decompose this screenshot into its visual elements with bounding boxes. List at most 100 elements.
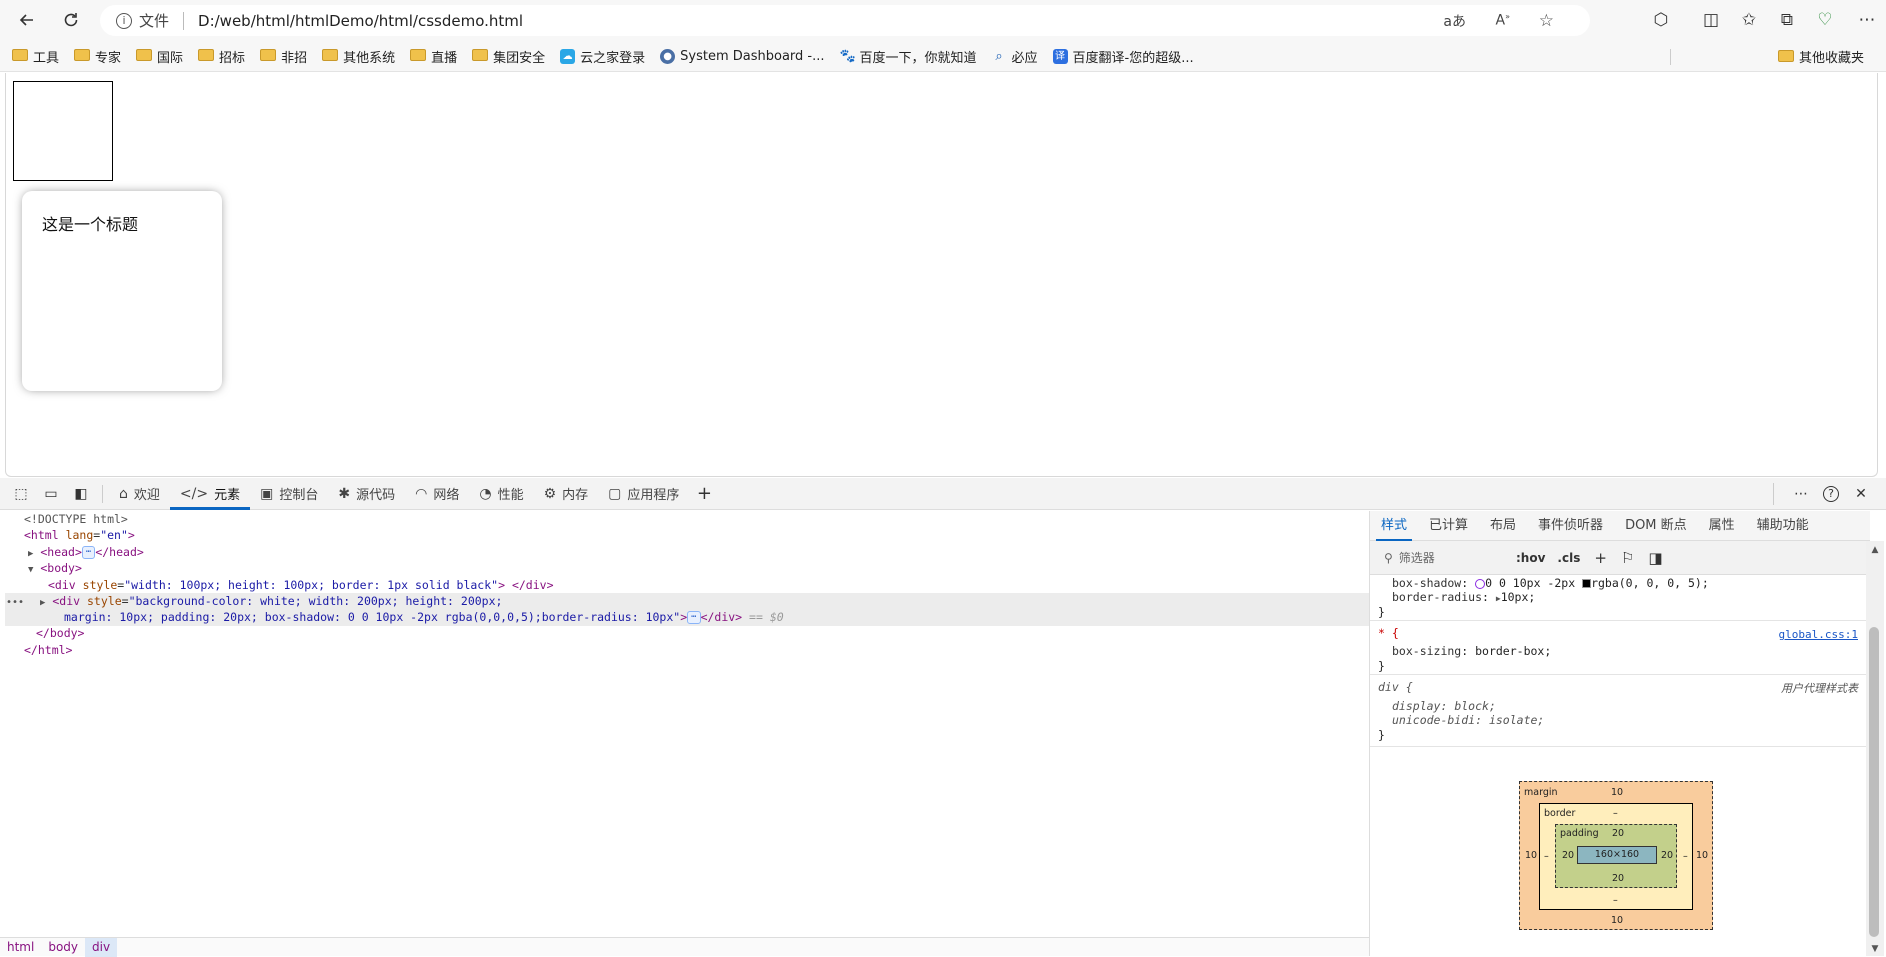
new-style-rule-button[interactable]: +	[1594, 549, 1607, 567]
tab-elements[interactable]: </> 元素	[169, 478, 251, 510]
dom-node-div1[interactable]: <div style="width: 100px; height: 100px;…	[48, 577, 554, 593]
padding-bottom-value[interactable]: 20	[1612, 873, 1624, 884]
border-bottom-value[interactable]: –	[1613, 895, 1618, 906]
browser-essentials-button[interactable]: ♡	[1806, 5, 1844, 35]
dom-node-html[interactable]: <html lang="en">	[24, 527, 135, 543]
margin-right-value[interactable]: 10	[1696, 850, 1708, 861]
collapse-triangle-icon[interactable]: ▼	[28, 565, 33, 575]
back-button[interactable]	[12, 5, 42, 35]
breadcrumb-body[interactable]: body	[41, 938, 85, 957]
border-top-value[interactable]: –	[1613, 808, 1618, 819]
tab-application[interactable]: ▢ 应用程序	[598, 478, 689, 510]
more-menu-button[interactable]: ⋯	[1848, 5, 1886, 35]
rule-source-link[interactable]: global.css:1	[1779, 628, 1858, 642]
tab-memory[interactable]: ⚙ 内存	[534, 478, 599, 510]
device-emulation-button[interactable]: ▭	[36, 479, 66, 509]
tab-computed[interactable]: 已计算	[1418, 511, 1479, 541]
bookmark-folder[interactable]: 专家	[74, 47, 121, 66]
dom-node-doctype[interactable]: <!DOCTYPE html>	[24, 511, 128, 527]
box-model-padding[interactable]: padding 20 20 20 20 160×160	[1555, 824, 1677, 888]
bookmark-link[interactable]: ☁ 云之家登录	[560, 47, 645, 66]
bookmark-folder[interactable]: 国际	[136, 47, 183, 66]
tab-performance[interactable]: ◔ 性能	[469, 478, 533, 510]
immersive-reader-icon[interactable]: A»	[1496, 12, 1510, 29]
dom-node-html-close[interactable]: </html>	[24, 642, 72, 658]
padding-left-value[interactable]: 20	[1562, 850, 1574, 861]
close-devtools-button[interactable]: ✕	[1846, 479, 1876, 509]
color-swatch[interactable]	[1582, 579, 1592, 588]
style-declaration[interactable]: border-radius: ▶10px;	[1392, 590, 1535, 606]
rule-close: }	[1378, 728, 1385, 742]
tab-event-listeners[interactable]: 事件侦听器	[1527, 511, 1614, 541]
dom-node-body[interactable]: ▼ <body>	[28, 560, 82, 578]
inspect-button[interactable]: ⬚	[6, 479, 36, 509]
margin-top-value[interactable]: 10	[1611, 787, 1623, 798]
border-left-value[interactable]: –	[1544, 851, 1549, 862]
bookmark-link[interactable]: 译百度翻译-您的超级...	[1052, 47, 1194, 66]
bookmark-link[interactable]: ● System Dashboard -...	[660, 48, 825, 64]
margin-left-value[interactable]: 10	[1525, 850, 1537, 861]
devtools-more-button[interactable]: ⋯	[1786, 479, 1816, 509]
rule-selector-div[interactable]: div {	[1378, 680, 1413, 694]
padding-right-value[interactable]: 20	[1661, 850, 1673, 861]
bookmark-link[interactable]: ⌕ 必应	[992, 47, 1037, 66]
dock-button[interactable]: ◧	[66, 479, 96, 509]
refresh-button[interactable]	[56, 5, 86, 35]
dom-node-body-close[interactable]: </body>	[36, 625, 84, 641]
scroll-up-arrow-icon[interactable]: ▲	[1869, 545, 1881, 555]
tab-accessibility[interactable]: 辅助功能	[1746, 511, 1820, 541]
bookmark-folder[interactable]: 集团安全	[472, 47, 545, 66]
tab-dom-breakpoints[interactable]: DOM 断点	[1614, 511, 1698, 541]
margin-bottom-value[interactable]: 10	[1611, 915, 1623, 926]
expand-triangle-icon[interactable]: ▶	[28, 549, 33, 559]
help-button[interactable]: ?	[1816, 479, 1846, 509]
collections-button[interactable]: ⧉	[1768, 5, 1806, 35]
box-model-content[interactable]: 160×160	[1577, 846, 1657, 864]
row-dots-icon[interactable]: •••	[6, 595, 24, 611]
tab-console[interactable]: ▣ 控制台	[250, 478, 328, 510]
border-right-value[interactable]: –	[1683, 851, 1688, 862]
shadow-editor-icon[interactable]	[1475, 578, 1486, 589]
hov-toggle[interactable]: :hov	[1516, 551, 1545, 565]
favorite-star-icon[interactable]: ☆	[1539, 11, 1554, 31]
extensions-button[interactable]: ⬡	[1642, 5, 1680, 35]
favorites-button[interactable]: ✩	[1730, 5, 1768, 35]
tab-properties[interactable]: 属性	[1698, 511, 1746, 541]
split-screen-button[interactable]: ◫	[1692, 5, 1730, 35]
add-tab-button[interactable]: +	[689, 479, 719, 509]
filter-input[interactable]: ⚲ 筛选器	[1384, 549, 1504, 566]
scroll-down-arrow-icon[interactable]: ▼	[1869, 944, 1881, 954]
bookmark-folder[interactable]: 直播	[410, 47, 457, 66]
info-icon[interactable]: i	[116, 12, 132, 29]
tab-sources[interactable]: ✱ 源代码	[328, 478, 405, 510]
breadcrumb-div[interactable]: div	[85, 937, 118, 957]
bookmark-folder[interactable]: 非招	[260, 47, 307, 66]
style-declaration[interactable]: box-shadow: 0 0 10px -2px rgba(0, 0, 0, …	[1392, 576, 1709, 590]
bookmark-folder[interactable]: 其他系统	[322, 47, 395, 66]
read-aloud-icon[interactable]: aあ	[1443, 11, 1466, 31]
breadcrumb-html[interactable]: html	[0, 938, 41, 957]
bookmark-folder[interactable]: 工具	[12, 47, 59, 66]
padding-top-value[interactable]: 20	[1612, 828, 1624, 839]
bookmark-link[interactable]: 🐾 百度一下，你就知道	[840, 47, 977, 66]
collapsed-ellipsis-icon[interactable]: ⋯	[687, 611, 701, 624]
other-bookmarks-folder[interactable]: 其他收藏夹	[1777, 47, 1864, 66]
element-state-button[interactable]: ⚐	[1621, 549, 1634, 567]
cls-toggle[interactable]: .cls	[1557, 551, 1580, 565]
box-model-border[interactable]: border – – – – padding 20 20 20 20 160×1…	[1539, 803, 1693, 910]
bookmark-folder[interactable]: 招标	[198, 47, 245, 66]
dom-node-div2-cont[interactable]: margin: 10px; padding: 20px; box-shadow:…	[64, 609, 784, 625]
address-bar[interactable]: i 文件 D:/web/html/htmlDemo/html/cssdemo.h…	[100, 5, 1590, 36]
computed-sidebar-button[interactable]: ◨	[1648, 549, 1662, 567]
tab-layout[interactable]: 布局	[1479, 511, 1527, 541]
box-model-margin[interactable]: margin 10 10 10 10 border – – – – paddin…	[1519, 781, 1713, 930]
style-declaration[interactable]: box-sizing: border-box;	[1392, 644, 1551, 658]
url-text[interactable]: D:/web/html/htmlDemo/html/cssdemo.html	[198, 12, 523, 30]
tab-welcome[interactable]: ⌂ 欢迎	[109, 478, 170, 510]
tab-styles[interactable]: 样式	[1370, 511, 1418, 541]
tab-network[interactable]: ◠ 网络	[405, 478, 469, 510]
scrollbar-thumb[interactable]	[1869, 627, 1879, 937]
rule-selector-universal[interactable]: * {	[1378, 626, 1399, 640]
expand-triangle-icon[interactable]: ▶	[40, 598, 45, 608]
collapsed-ellipsis-icon[interactable]: ⋯	[81, 546, 96, 559]
